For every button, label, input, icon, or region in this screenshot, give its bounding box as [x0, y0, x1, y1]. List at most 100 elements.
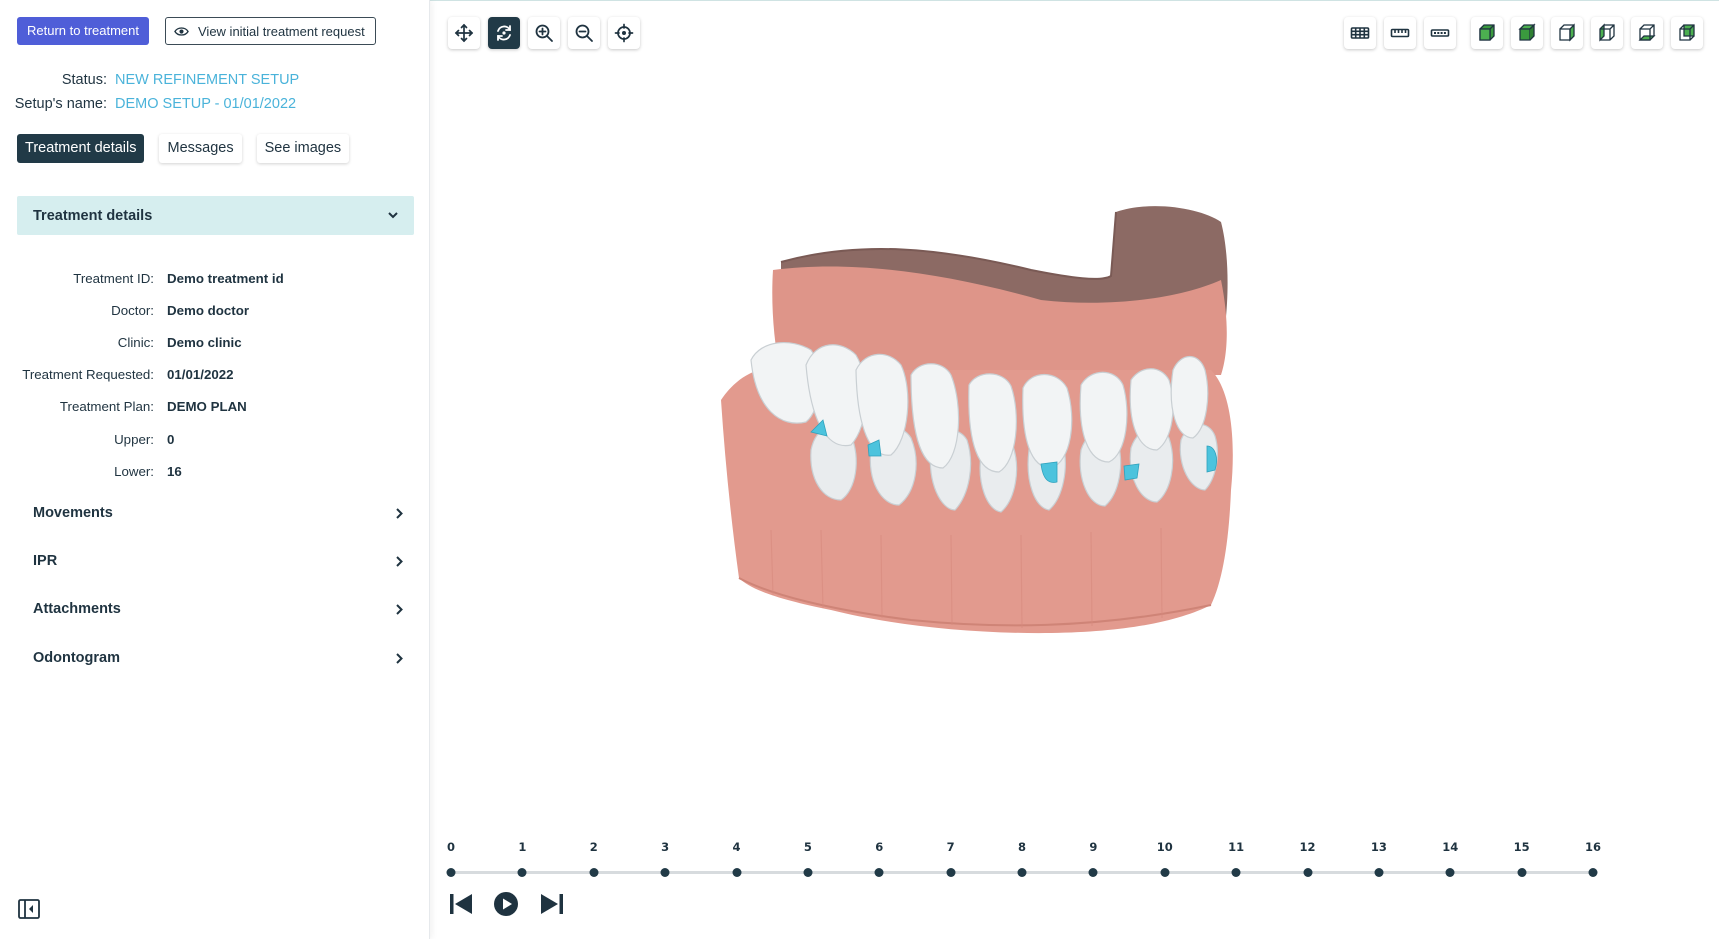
view-initial-request-button[interactable]: View initial treatment request [165, 17, 376, 45]
detail-row: Lower: 16 [0, 455, 420, 487]
ruler-icon [1390, 28, 1410, 38]
tab-bar: Treatment details Messages See images [17, 134, 350, 163]
detail-label: Clinic: [117, 334, 154, 350]
setup-name-row: Setup's name: DEMO SETUP - 01/01/2022 [0, 96, 296, 112]
return-to-treatment-button[interactable]: Return to treatment [17, 17, 149, 45]
timeline-step-label: 9 [1089, 840, 1098, 854]
timeline-step-label: 3 [661, 840, 670, 854]
chevron-down-icon [388, 212, 398, 219]
timeline-step-dot[interactable] [874, 868, 884, 877]
setup-name-label: Setup's name: [14, 96, 107, 112]
timeline-step-dot[interactable] [446, 868, 456, 877]
collapse-panel-icon[interactable] [18, 899, 40, 919]
timeline-step-label: 10 [1156, 840, 1173, 854]
timeline-step-label: 11 [1228, 840, 1245, 854]
detail-label: Treatment ID: [73, 270, 154, 286]
timeline-step-dot[interactable] [803, 868, 813, 877]
timeline-step-dot[interactable] [732, 868, 741, 877]
viewer-3d[interactable]: 0 1 2 3 4 5 6 7 8 9 10 11 12 13 14 15 16 [431, 0, 1719, 939]
move-tool-button[interactable] [448, 17, 480, 49]
timeline-step-dot[interactable] [1374, 868, 1384, 877]
timeline-step-dot[interactable] [660, 868, 670, 877]
timeline-step-dot[interactable] [1303, 868, 1312, 877]
cube-back-view-icon [1679, 24, 1695, 41]
timeline-step-dot[interactable] [1088, 868, 1098, 877]
timeline-step-dot[interactable] [1588, 868, 1598, 877]
timeline-step-label: 14 [1442, 840, 1459, 854]
detail-value: Demo doctor [167, 302, 250, 318]
detail-value: 01/01/2022 [167, 367, 234, 383]
ruler-button[interactable] [1384, 17, 1416, 49]
detail-row: Upper: 0 [0, 423, 420, 455]
tab-see-images[interactable]: See images [256, 134, 350, 163]
cube-top-view-icon [1518, 23, 1536, 41]
center-view-button[interactable] [608, 17, 640, 49]
tab-messages[interactable]: Messages [159, 134, 242, 163]
move-icon [454, 23, 474, 43]
grid-icon [1350, 27, 1370, 39]
timeline-step-dot[interactable] [1445, 868, 1455, 877]
skip-to-start-icon[interactable] [449, 892, 473, 916]
timeline-step-label: 0 [446, 840, 456, 854]
rotate-tool-button[interactable] [488, 17, 520, 49]
timeline-step-dot[interactable] [1517, 868, 1527, 877]
timeline-step-label: 13 [1370, 840, 1387, 854]
view-back-button[interactable] [1671, 17, 1703, 49]
timeline-step-dot[interactable] [1160, 868, 1170, 877]
setup-name-value: DEMO SETUP - 01/01/2022 [115, 96, 297, 112]
status-row: Status: NEW REFINEMENT SETUP [0, 72, 299, 88]
play-icon[interactable] [493, 891, 519, 917]
section-label: Movements [33, 505, 113, 521]
timeline-step-label: 8 [1017, 840, 1027, 854]
detail-value: DEMO PLAN [167, 399, 247, 415]
treatment-details-accordion[interactable]: Treatment details [17, 196, 414, 235]
detail-label: Lower: [114, 463, 154, 479]
dental-model[interactable] [711, 200, 1331, 700]
chevron-right-icon [396, 652, 403, 664]
treatment-details-list: Treatment ID: Demo treatment id Doctor: De… [0, 262, 420, 487]
detail-value: Demo clinic [167, 334, 242, 350]
detail-row: Treatment Plan: DEMO PLAN [0, 391, 420, 423]
measure-button[interactable] [1424, 17, 1456, 49]
chevron-right-icon [396, 507, 403, 519]
timeline-step-dot[interactable] [517, 868, 527, 877]
status-value: NEW REFINEMENT SETUP [115, 72, 300, 88]
detail-label: Upper: [114, 431, 154, 447]
section-movements[interactable]: Movements [33, 501, 403, 525]
view-bottom-button[interactable] [1631, 17, 1663, 49]
detail-value: Demo treatment id [167, 270, 284, 286]
section-odontogram[interactable]: Odontogram [33, 646, 403, 670]
rotate-icon [497, 25, 511, 41]
view-right-button[interactable] [1551, 17, 1583, 49]
timeline-step-label: 2 [589, 840, 598, 854]
timeline-step-label: 1 [518, 840, 527, 854]
skip-to-end-icon[interactable] [540, 892, 564, 916]
zoom-out-button[interactable] [568, 17, 600, 49]
chevron-right-icon [396, 603, 403, 615]
section-attachments[interactable]: Attachments [33, 597, 403, 621]
view-top-button[interactable] [1511, 17, 1543, 49]
section-label: IPR [33, 553, 58, 569]
detail-label: Treatment Plan: [59, 399, 154, 415]
section-ipr[interactable]: IPR [33, 549, 403, 573]
detail-row: Clinic: Demo clinic [0, 326, 420, 358]
timeline-step-dot[interactable] [589, 868, 599, 877]
section-label: Attachments [33, 601, 121, 617]
timeline-step-dot[interactable] [946, 868, 956, 877]
timeline-step-label: 6 [875, 840, 884, 854]
timeline-step-label: 4 [732, 840, 741, 854]
view-left-button[interactable] [1591, 17, 1623, 49]
timeline-step-label: 15 [1513, 840, 1530, 854]
timeline-step-label: 12 [1299, 840, 1316, 854]
timeline-step-label: 16 [1584, 840, 1602, 854]
timeline-step-dot[interactable] [1231, 868, 1241, 877]
view-front-button[interactable] [1471, 17, 1503, 49]
zoom-in-button[interactable] [528, 17, 560, 49]
accordion-title: Treatment details [33, 207, 153, 224]
chevron-right-icon [396, 555, 403, 567]
timeline-step-dot[interactable] [1017, 868, 1027, 877]
detail-value: 0 [167, 431, 175, 447]
tab-treatment-details[interactable]: Treatment details [17, 134, 145, 163]
step-timeline[interactable]: 0 1 2 3 4 5 6 7 8 9 10 11 12 13 14 15 16 [431, 840, 1719, 880]
grid-toggle-button[interactable] [1344, 17, 1376, 49]
